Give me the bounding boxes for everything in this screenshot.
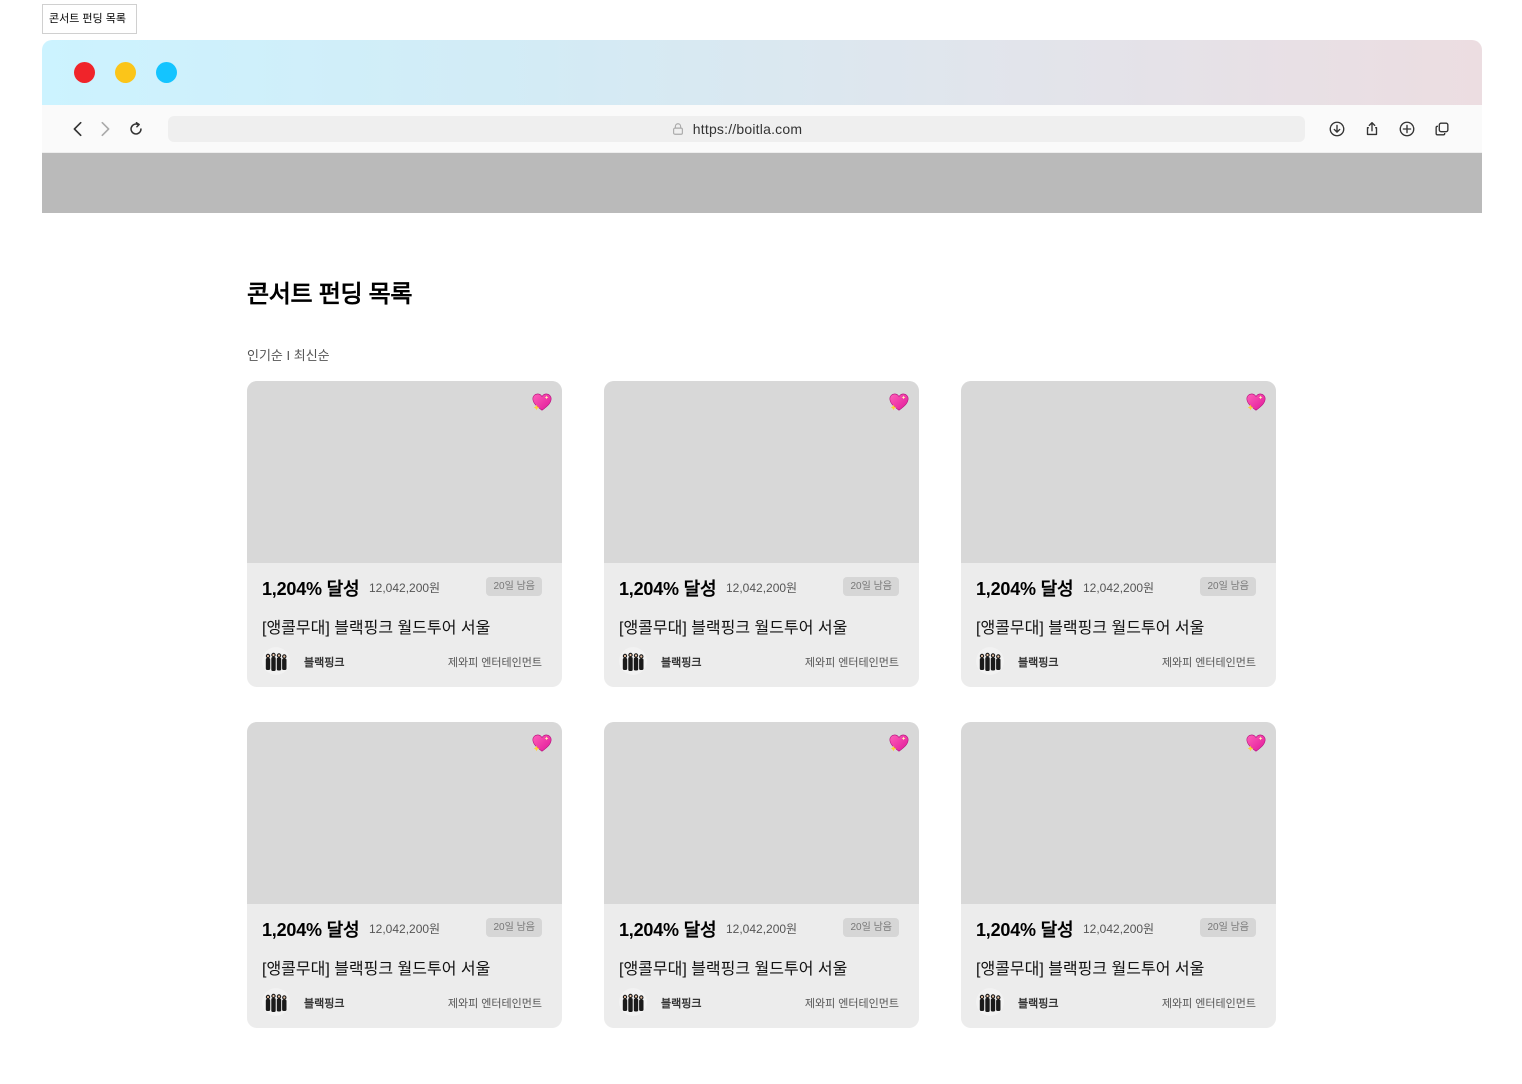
- artist-avatar: [262, 988, 290, 1016]
- new-tab-icon[interactable]: [1397, 119, 1417, 139]
- card-thumbnail: [961, 381, 1276, 563]
- frame-label: 콘서트 펀딩 목록: [42, 4, 137, 34]
- days-left-badge: 20일 남음: [843, 918, 899, 937]
- card-thumbnail: [961, 722, 1276, 904]
- download-icon[interactable]: [1327, 119, 1347, 139]
- funding-card[interactable]: 1,204% 달성 12,042,200원 20일 남음 [앵콜무대] 블랙핑크…: [604, 722, 919, 1028]
- event-title[interactable]: [앵콜무대] 블랙핑크 월드투어 서울: [976, 955, 1204, 979]
- achievement-rate: 1,204% 달성: [619, 579, 717, 599]
- sparkling-heart-icon[interactable]: [888, 391, 910, 413]
- card-body: 1,204% 달성 12,042,200원 20일 남음 [앵콜무대] 블랙핑크…: [247, 904, 562, 1028]
- minimize-window-button[interactable]: [115, 62, 136, 83]
- title-bar: [42, 40, 1482, 105]
- card-body: 1,204% 달성 12,042,200원 20일 남음 [앵콜무대] 블랙핑크…: [604, 904, 919, 1028]
- main-content: 콘서트 펀딩 목록 인기순 I 최신순 1,204% 달성 12,042,200…: [247, 280, 1287, 1028]
- agency-name: 제와피 엔터테인먼트: [447, 998, 542, 1010]
- funded-amount: 12,042,200원: [369, 922, 441, 936]
- close-window-button[interactable]: [74, 62, 95, 83]
- artist-name[interactable]: 블랙핑크: [661, 995, 701, 1011]
- card-body: 1,204% 달성 12,042,200원 20일 남음 [앵콜무대] 블랙핑크…: [961, 904, 1276, 1028]
- artist-avatar: [976, 988, 1004, 1016]
- funding-card[interactable]: 1,204% 달성 12,042,200원 20일 남음 [앵콜무대] 블랙핑크…: [604, 381, 919, 687]
- artist-avatar: [619, 988, 647, 1016]
- lock-icon: [672, 123, 683, 135]
- agency-name: 제와피 엔터테인먼트: [447, 657, 542, 669]
- funded-amount: 12,042,200원: [726, 581, 798, 595]
- sort-popular[interactable]: 인기순: [247, 348, 283, 363]
- agency-name: 제와피 엔터테인먼트: [804, 998, 899, 1010]
- days-left-badge: 20일 남음: [1200, 918, 1256, 937]
- achievement-rate: 1,204% 달성: [976, 579, 1074, 599]
- artist-name[interactable]: 블랙핑크: [304, 995, 344, 1011]
- sparkling-heart-icon[interactable]: [888, 732, 910, 754]
- forward-icon[interactable]: [95, 119, 115, 139]
- card-thumbnail: [247, 381, 562, 563]
- days-left-badge: 20일 남음: [843, 577, 899, 596]
- event-title[interactable]: [앵콜무대] 블랙핑크 월드투어 서울: [619, 955, 847, 979]
- sparkling-heart-icon[interactable]: [531, 391, 553, 413]
- achievement-rate: 1,204% 달성: [262, 579, 360, 599]
- funding-card[interactable]: 1,204% 달성 12,042,200원 20일 남음 [앵콜무대] 블랙핑크…: [247, 722, 562, 1028]
- back-icon[interactable]: [68, 119, 88, 139]
- card-body: 1,204% 달성 12,042,200원 20일 남음 [앵콜무대] 블랙핑크…: [604, 563, 919, 687]
- funded-amount: 12,042,200원: [1083, 922, 1155, 936]
- sort-options: 인기순 I 최신순: [247, 346, 1287, 366]
- artist-name[interactable]: 블랙핑크: [661, 654, 701, 670]
- days-left-badge: 20일 남음: [486, 918, 542, 937]
- tabs-overview-icon[interactable]: [1432, 119, 1452, 139]
- achievement-rate: 1,204% 달성: [619, 920, 717, 940]
- sort-latest[interactable]: 최신순: [294, 348, 330, 363]
- days-left-badge: 20일 남음: [486, 577, 542, 596]
- url-bar[interactable]: https://boitla.com: [168, 116, 1305, 142]
- sparkling-heart-icon[interactable]: [1245, 391, 1267, 413]
- share-icon[interactable]: [1362, 119, 1382, 139]
- card-body: 1,204% 달성 12,042,200원 20일 남음 [앵콜무대] 블랙핑크…: [247, 563, 562, 687]
- agency-name: 제와피 엔터테인먼트: [804, 657, 899, 669]
- zoom-window-button[interactable]: [156, 62, 177, 83]
- url-text: https://boitla.com: [692, 121, 803, 137]
- days-left-badge: 20일 남음: [1200, 577, 1256, 596]
- card-thumbnail: [604, 381, 919, 563]
- card-thumbnail: [604, 722, 919, 904]
- event-title[interactable]: [앵콜무대] 블랙핑크 월드투어 서울: [262, 614, 490, 638]
- page-title: 콘서트 펀딩 목록: [247, 281, 413, 308]
- card-body: 1,204% 달성 12,042,200원 20일 남음 [앵콜무대] 블랙핑크…: [961, 563, 1276, 687]
- artist-name[interactable]: 블랙핑크: [304, 654, 344, 670]
- agency-name: 제와피 엔터테인먼트: [1161, 998, 1256, 1010]
- page-header-banner: [42, 153, 1482, 213]
- funded-amount: 12,042,200원: [726, 922, 798, 936]
- artist-name[interactable]: 블랙핑크: [1018, 654, 1058, 670]
- event-title[interactable]: [앵콜무대] 블랙핑크 월드투어 서울: [619, 614, 847, 638]
- event-title[interactable]: [앵콜무대] 블랙핑크 월드투어 서울: [976, 614, 1204, 638]
- funded-amount: 12,042,200원: [369, 581, 441, 595]
- funding-card[interactable]: 1,204% 달성 12,042,200원 20일 남음 [앵콜무대] 블랙핑크…: [247, 381, 562, 687]
- agency-name: 제와피 엔터테인먼트: [1161, 657, 1256, 669]
- browser-toolbar: https://boitla.com: [42, 105, 1482, 153]
- sparkling-heart-icon[interactable]: [1245, 732, 1267, 754]
- funding-card[interactable]: 1,204% 달성 12,042,200원 20일 남음 [앵콜무대] 블랙핑크…: [961, 722, 1276, 1028]
- funding-card[interactable]: 1,204% 달성 12,042,200원 20일 남음 [앵콜무대] 블랙핑크…: [961, 381, 1276, 687]
- funded-amount: 12,042,200원: [1083, 581, 1155, 595]
- achievement-rate: 1,204% 달성: [976, 920, 1074, 940]
- browser-window: https://boitla.com: [42, 40, 1482, 213]
- sparkling-heart-icon[interactable]: [531, 732, 553, 754]
- artist-name[interactable]: 블랙핑크: [1018, 995, 1058, 1011]
- artist-avatar: [976, 647, 1004, 675]
- artist-avatar: [619, 647, 647, 675]
- card-thumbnail: [247, 722, 562, 904]
- event-title[interactable]: [앵콜무대] 블랙핑크 월드투어 서울: [262, 955, 490, 979]
- sort-separator: I: [282, 348, 294, 363]
- artist-avatar: [262, 647, 290, 675]
- reload-icon[interactable]: [126, 119, 146, 139]
- achievement-rate: 1,204% 달성: [262, 920, 360, 940]
